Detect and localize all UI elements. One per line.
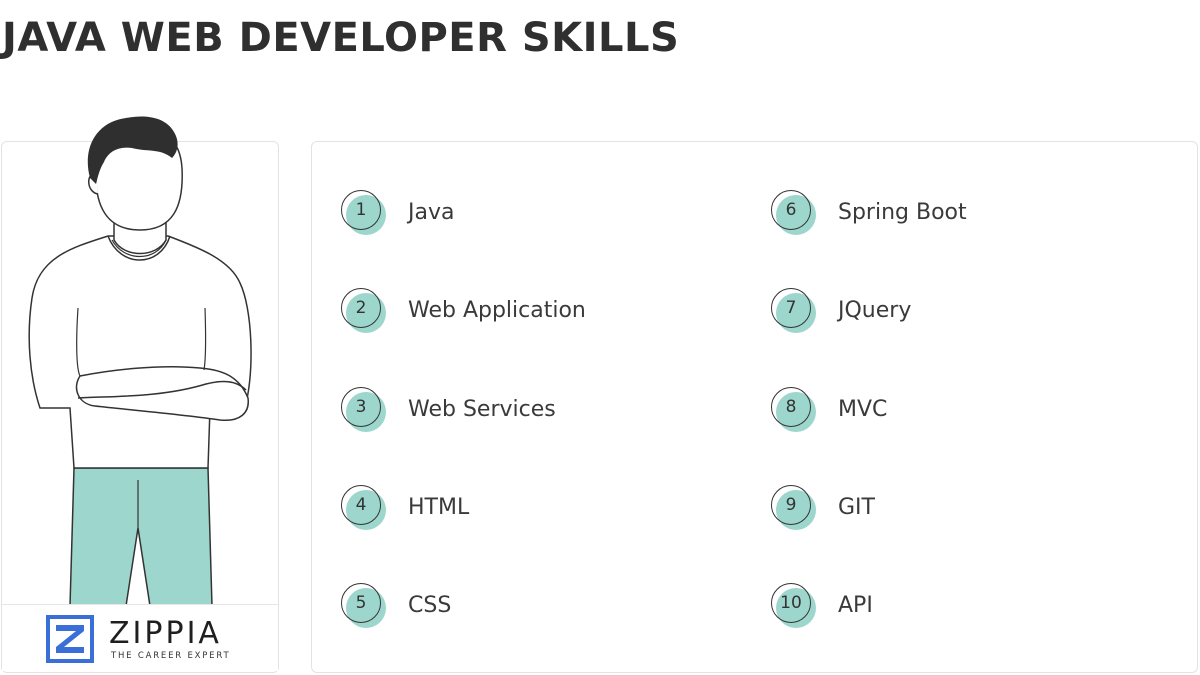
skill-number: 5 [355, 593, 367, 613]
skill-label: Java [408, 200, 455, 225]
skill-number: 1 [355, 200, 367, 220]
number-badge: 10 [770, 582, 820, 632]
skill-number: 6 [785, 200, 797, 220]
number-badge: 1 [340, 189, 390, 239]
skill-label: Spring Boot [838, 200, 967, 225]
skill-label: Web Services [408, 397, 556, 422]
skill-item: 6 Spring Boot [770, 189, 1130, 239]
skill-label: HTML [408, 495, 470, 520]
number-badge: 9 [770, 484, 820, 534]
skill-number: 8 [785, 397, 797, 417]
skill-number: 10 [780, 593, 802, 613]
skill-number: 3 [355, 397, 367, 417]
number-badge: 3 [340, 386, 390, 436]
page-title: JAVA WEB DEVELOPER SKILLS [2, 15, 680, 61]
skill-number: 4 [355, 495, 367, 515]
skill-item: 5 CSS [340, 582, 700, 632]
number-badge: 6 [770, 189, 820, 239]
logo-strip: ZIPPIA THE CAREER EXPERT [2, 604, 278, 671]
zippia-logo-icon [46, 615, 94, 663]
skill-label: JQuery [838, 298, 912, 323]
skill-number: 7 [785, 298, 797, 318]
logo-wordmark: ZIPPIA [109, 616, 222, 651]
skills-card: 1 Java 2 Web Application 3 Web Services … [311, 141, 1198, 673]
skill-number: 2 [355, 298, 367, 318]
skill-label: API [838, 593, 873, 618]
skill-label: GIT [838, 495, 875, 520]
number-badge: 5 [340, 582, 390, 632]
skill-item: 8 MVC [770, 386, 1130, 436]
skill-label: CSS [408, 593, 452, 618]
skill-label: Web Application [408, 298, 586, 323]
skill-item: 7 JQuery [770, 287, 1130, 337]
skill-item: 2 Web Application [340, 287, 700, 337]
skill-item: 10 API [770, 582, 1130, 632]
number-badge: 8 [770, 386, 820, 436]
skill-item: 1 Java [340, 189, 700, 239]
logo-tagline: THE CAREER EXPERT [111, 651, 231, 661]
skill-item: 9 GIT [770, 484, 1130, 534]
number-badge: 7 [770, 287, 820, 337]
number-badge: 4 [340, 484, 390, 534]
skill-item: 4 HTML [340, 484, 700, 534]
skill-label: MVC [838, 397, 888, 422]
skill-item: 3 Web Services [340, 386, 700, 436]
skill-number: 9 [785, 495, 797, 515]
person-arms-crossed-illustration [28, 116, 252, 606]
number-badge: 2 [340, 287, 390, 337]
